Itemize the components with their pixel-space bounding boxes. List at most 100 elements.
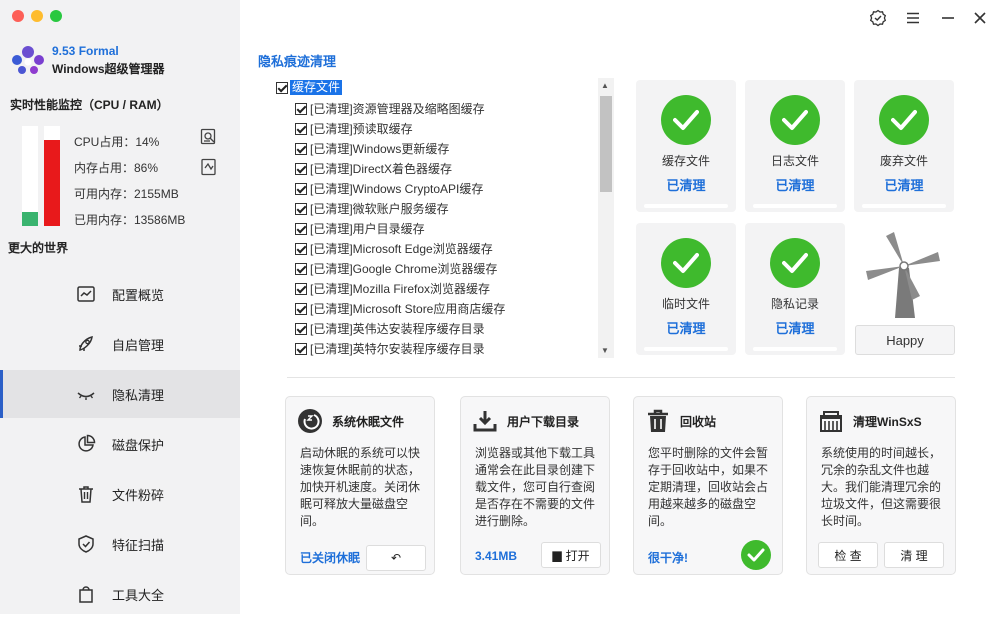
menu-button[interactable]	[903, 9, 923, 27]
clean-check-icon[interactable]	[741, 540, 771, 570]
tree-item[interactable]: [已清理]预读取缓存	[295, 120, 413, 137]
nav-item-config-overview[interactable]: 配置概览	[0, 270, 240, 318]
tree-item[interactable]: [已清理]英特尔安装程序缓存目录	[295, 340, 485, 357]
tree-root-cache-files[interactable]: 缓存文件	[276, 80, 343, 95]
card-name: 日志文件	[770, 154, 819, 168]
verified-badge-button[interactable]	[868, 9, 888, 27]
nav-label: 磁盘保护	[112, 437, 165, 453]
nav-label: 配置概览	[112, 287, 165, 303]
app-name: Windows超级管理器	[52, 62, 165, 76]
downloads-card: 用户下载目录 浏览器或其他下载工具通常会在此目录创建下载文件，您可自行查阅是否存…	[460, 396, 610, 575]
minimize-window-button[interactable]	[31, 10, 43, 22]
card-description: 启动休眠的系统可以快速恢复休眠前的状态，加快开机速度。关闭休眠可释放大量磁盘空间…	[300, 446, 421, 528]
checkbox[interactable]	[295, 322, 307, 335]
close-button[interactable]	[970, 9, 990, 27]
scroll-down-icon[interactable]: ▼	[601, 346, 609, 355]
nav-item-disk-protection[interactable]: 磁盘保护	[0, 420, 240, 468]
windmill-icon	[866, 232, 940, 318]
tree-item-label: [已清理]Mozilla Firefox浏览器缓存	[310, 282, 491, 296]
checkbox[interactable]	[295, 202, 307, 215]
tree-item[interactable]: [已清理]Mozilla Firefox浏览器缓存	[295, 280, 490, 297]
clean-button[interactable]: 清 理	[884, 542, 944, 568]
happy-button[interactable]: Happy	[855, 325, 955, 355]
undo-button[interactable]: ↶	[366, 545, 426, 571]
nav-label: 隐私清理	[112, 387, 165, 403]
check-circle-icon	[879, 95, 929, 145]
tree-item[interactable]: [已清理]DirectX着色器缓存	[295, 160, 452, 177]
tree-item[interactable]: [已清理]Microsoft Edge浏览器缓存	[295, 240, 493, 257]
nav-item-startup-manager[interactable]: 自启管理	[0, 320, 240, 368]
tree-item-label: [已清理]Microsoft Edge浏览器缓存	[310, 242, 493, 256]
process-icon[interactable]	[200, 158, 218, 176]
card-title: 系统休眠文件	[332, 414, 405, 429]
checkbox[interactable]	[295, 222, 307, 235]
card-status: 已清理	[884, 178, 924, 193]
card-log-files[interactable]: 日志文件 已清理	[745, 80, 845, 212]
nav-label: 工具大全	[112, 587, 165, 603]
tree-item-label: [已清理]Windows CryptoAPI缓存	[310, 182, 484, 196]
tree-item-label: [已清理]英特尔安装程序缓存目录	[310, 342, 485, 356]
recycle-bin-status: 很干净!	[648, 551, 688, 565]
minimize-button[interactable]	[938, 9, 958, 27]
checkbox[interactable]	[295, 122, 307, 135]
checkbox[interactable]	[295, 282, 307, 295]
tree-item[interactable]: [已清理]Windows更新缓存	[295, 140, 449, 157]
close-window-button[interactable]	[12, 10, 24, 22]
cpu-bar	[22, 126, 38, 226]
tree-item[interactable]: [已清理]Microsoft Store应用商店缓存	[295, 300, 505, 317]
checkbox[interactable]	[276, 81, 288, 94]
checkbox[interactable]	[295, 242, 307, 255]
card-privacy-records[interactable]: 隐私记录 已清理	[745, 223, 845, 355]
card-progress	[644, 204, 728, 208]
checkbox[interactable]	[295, 262, 307, 275]
check-circle-icon	[661, 95, 711, 145]
tree-item-label: [已清理]用户目录缓存	[310, 222, 425, 236]
maximize-window-button[interactable]	[50, 10, 62, 22]
checkbox[interactable]	[295, 142, 307, 155]
check-button[interactable]: 检 查	[818, 542, 878, 568]
undo-icon: ↶	[390, 551, 402, 565]
card-status: 已清理	[666, 321, 706, 336]
checkbox[interactable]	[295, 302, 307, 315]
tree-item[interactable]: [已清理]资源管理器及缩略图缓存	[295, 100, 485, 117]
tree-item[interactable]: [已清理]用户目录缓存	[295, 220, 425, 237]
scroll-up-icon[interactable]: ▲	[601, 81, 609, 90]
divider	[287, 377, 955, 378]
sleep-icon	[296, 407, 324, 435]
tree-item[interactable]: [已清理]Google Chrome浏览器缓存	[295, 260, 497, 277]
card-title: 清理WinSxS	[853, 414, 922, 429]
chart-icon	[77, 286, 95, 302]
card-cache-files[interactable]: 缓存文件 已清理	[636, 80, 736, 212]
nav-item-file-shredder[interactable]: 文件粉碎	[0, 470, 240, 518]
card-obsolete-files[interactable]: 废弃文件 已清理	[854, 80, 954, 212]
tree-item-label: [已清理]预读取缓存	[310, 122, 413, 136]
card-name: 废弃文件	[879, 154, 928, 168]
checkbox[interactable]	[295, 342, 307, 355]
nav-item-signature-scan[interactable]: 特征扫描	[0, 520, 240, 568]
scrollbar-thumb[interactable]	[600, 96, 612, 192]
tree-item-label: [已清理]DirectX着色器缓存	[310, 162, 453, 176]
nav-item-toolbox[interactable]: 工具大全	[0, 570, 240, 618]
search-report-icon[interactable]	[200, 128, 218, 146]
checkbox[interactable]	[295, 162, 307, 175]
checkbox[interactable]	[295, 182, 307, 195]
cpu-bar-fill	[22, 212, 38, 226]
tree-scrollbar[interactable]: ▲ ▼	[598, 78, 614, 358]
broom-icon	[817, 407, 845, 435]
app-logo-icon	[12, 46, 44, 74]
nav-label: 特征扫描	[112, 537, 165, 553]
checkbox[interactable]	[295, 102, 307, 115]
nav-item-privacy-clean[interactable]: 隐私清理	[0, 370, 240, 418]
card-name: 隐私记录	[770, 297, 819, 311]
recycle-bin-icon	[644, 407, 672, 435]
open-folder-button[interactable]: ▆ 打开	[541, 542, 601, 568]
card-temp-files[interactable]: 临时文件 已清理	[636, 223, 736, 355]
tree-item[interactable]: [已清理]Windows CryptoAPI缓存	[295, 180, 483, 197]
tree-item[interactable]: [已清理]英伟达安装程序缓存目录	[295, 320, 485, 337]
nav-label: 文件粉碎	[112, 487, 165, 503]
window-controls	[12, 10, 62, 22]
card-name: 临时文件	[661, 297, 710, 311]
card-status: 已清理	[666, 178, 706, 193]
card-progress	[644, 347, 728, 351]
tree-item[interactable]: [已清理]微软账户服务缓存	[295, 200, 449, 217]
